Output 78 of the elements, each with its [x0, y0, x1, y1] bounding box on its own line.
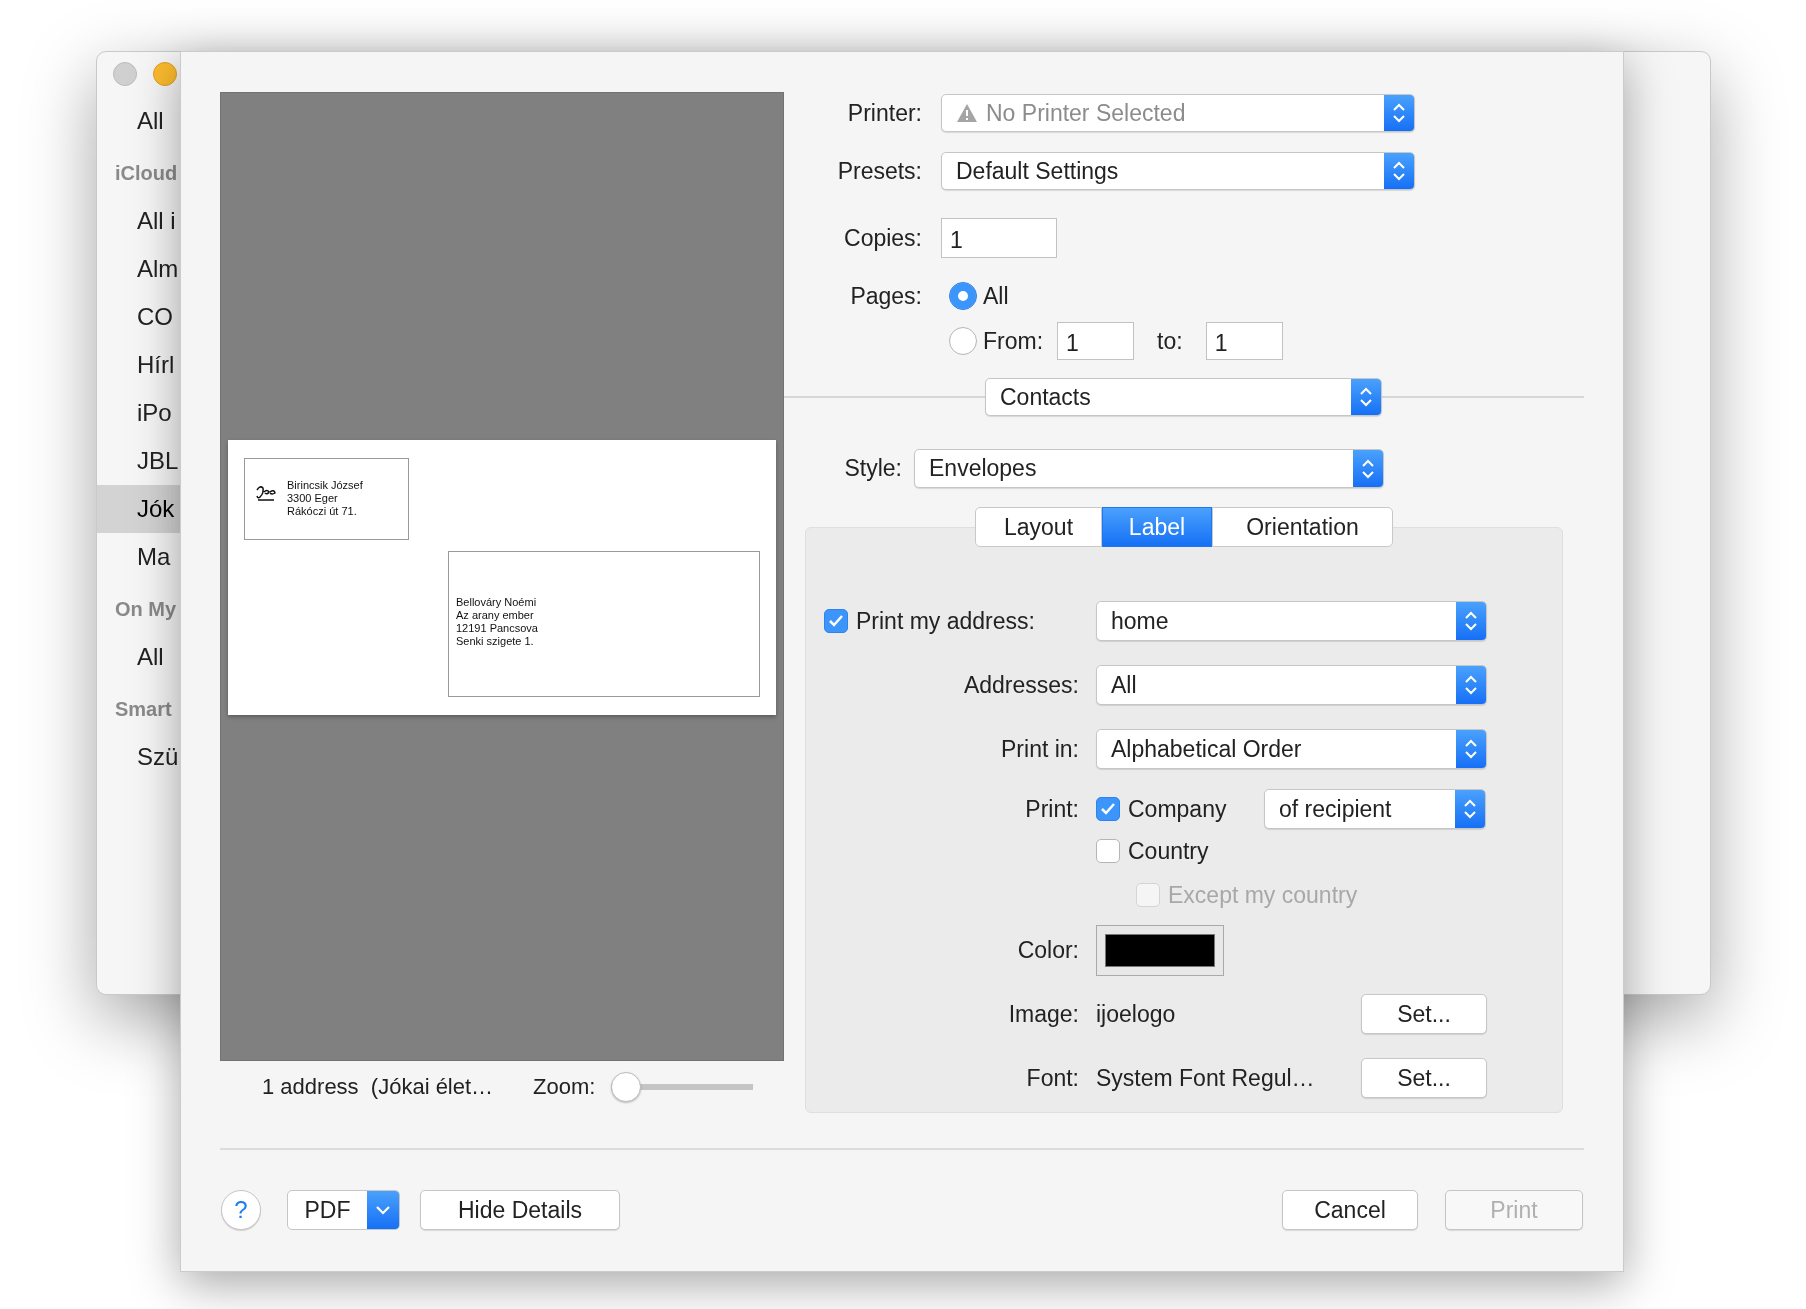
- checkmark-icon: [828, 614, 844, 628]
- sidebar-item[interactable]: Szü: [97, 733, 181, 781]
- chevron-icon: [1464, 673, 1478, 697]
- radio-label: From:: [983, 327, 1044, 355]
- cancel-button[interactable]: Cancel: [1282, 1190, 1418, 1230]
- sidebar-heading: On My: [114, 597, 177, 622]
- sidebar-item[interactable]: All: [97, 633, 181, 681]
- sidebar-item[interactable]: iPo: [97, 389, 181, 437]
- field-label: Printer:: [846, 99, 922, 127]
- close-light-icon[interactable]: [113, 62, 137, 86]
- set-font-button[interactable]: Set...: [1361, 1058, 1487, 1098]
- font-name: System Font Regul…: [1096, 1064, 1316, 1092]
- tab[interactable]: Layout: [975, 507, 1102, 547]
- sidebar-item[interactable]: Hírl: [97, 341, 181, 389]
- section-popup[interactable]: Contacts: [985, 378, 1382, 416]
- addresses-popup[interactable]: All: [1096, 665, 1487, 705]
- radio-label: All: [983, 282, 1009, 310]
- copies-field[interactable]: 1: [941, 218, 1057, 258]
- checkbox-label: Print my address:: [856, 607, 1035, 635]
- sidebar-item[interactable]: JBL: [97, 437, 181, 485]
- help-button[interactable]: ?: [221, 1190, 261, 1230]
- minimize-light-icon[interactable]: [153, 62, 177, 86]
- checkbox[interactable]: [824, 609, 848, 633]
- chevron-icon: [1392, 159, 1406, 183]
- tab[interactable]: Orientation: [1212, 507, 1393, 547]
- sidebar-item[interactable]: All i: [97, 197, 181, 245]
- color-well[interactable]: [1096, 925, 1224, 976]
- chevron-icon: [1464, 737, 1478, 761]
- from-page-field[interactable]: 1: [1057, 322, 1135, 360]
- chevron-icon: [1464, 609, 1478, 633]
- set-image-button[interactable]: Set...: [1361, 994, 1487, 1034]
- field-label: Addresses:: [962, 671, 1079, 699]
- sidebar-item[interactable]: All: [97, 97, 181, 145]
- recipient-popup[interactable]: of recipient: [1264, 789, 1486, 829]
- logo-icon: [255, 484, 277, 502]
- slider-thumb[interactable]: [611, 1072, 642, 1102]
- address-count: 1 address (Jókai élet…: [262, 1074, 494, 1100]
- return-address: Birincsik József 3300 Eger Rákóczi út 71.: [287, 479, 363, 518]
- checkbox-label: Country: [1128, 837, 1209, 865]
- pdf-menu-button[interactable]: PDF: [287, 1190, 400, 1230]
- field-label: Color:: [1016, 937, 1079, 964]
- sidebar-heading: Smart: [114, 697, 172, 722]
- image-name: ijoelogo: [1096, 1000, 1177, 1028]
- sidebar-item[interactable]: Ma: [97, 533, 181, 581]
- checkbox-label: Except my country: [1168, 881, 1358, 909]
- address-popup[interactable]: home: [1096, 601, 1487, 641]
- order-popup[interactable]: Alphabetical Order: [1096, 729, 1487, 769]
- field-label: Pages:: [849, 282, 922, 310]
- chevron-icon: [1392, 101, 1406, 125]
- field-label: to:: [1157, 327, 1183, 355]
- field-label: Copies:: [843, 224, 922, 252]
- zoom-label: Zoom:: [533, 1074, 596, 1100]
- checkbox[interactable]: [1096, 839, 1120, 863]
- radio-button[interactable]: [949, 327, 977, 355]
- checkbox-label: Company: [1128, 795, 1228, 823]
- checkbox[interactable]: [1096, 797, 1120, 821]
- field-label: Print in:: [1000, 735, 1079, 763]
- to-page-field[interactable]: 1: [1205, 322, 1283, 360]
- field-label: Presets:: [836, 157, 922, 185]
- sidebar-item[interactable]: Jók: [97, 485, 181, 533]
- presets-popup[interactable]: Default Settings: [941, 152, 1415, 190]
- radio-button[interactable]: [949, 282, 977, 310]
- warning-icon: [956, 103, 978, 123]
- sidebar-item[interactable]: CO: [97, 293, 181, 341]
- sidebar-item[interactable]: Alm: [97, 245, 181, 293]
- chevron-icon: [1359, 385, 1373, 409]
- field-label: Print:: [1024, 795, 1079, 823]
- recipient-address: Bellováry Noémi Az arany ember 12191 Pancsova Senki szigete 1.: [456, 596, 539, 648]
- tab[interactable]: Label: [1102, 507, 1212, 547]
- caret-icon: [375, 1205, 391, 1215]
- field-label: Font:: [1025, 1064, 1079, 1092]
- chevron-icon: [1463, 797, 1477, 821]
- hide-details-button[interactable]: Hide Details: [420, 1190, 620, 1230]
- field-label: Style:: [843, 455, 902, 482]
- field-label: Image:: [1007, 1000, 1079, 1028]
- checkmark-icon: [1100, 802, 1116, 816]
- style-popup[interactable]: Envelopes: [914, 449, 1384, 488]
- sidebar-heading: iCloud: [114, 161, 178, 186]
